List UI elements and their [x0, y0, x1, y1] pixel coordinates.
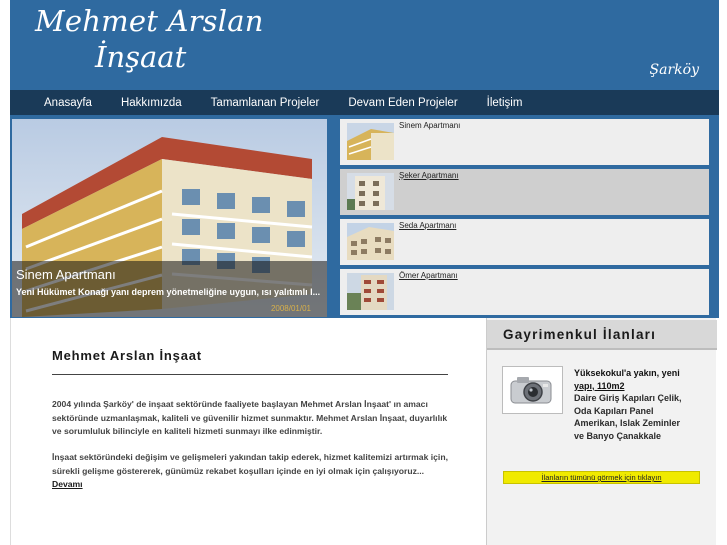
all-listings-link[interactable]: İlanların tümünü görmek için tıklayın [503, 471, 700, 484]
featured-title[interactable]: Sinem Apartmanı [16, 267, 116, 282]
listings-title: Gayrimenkul İlanları [503, 327, 657, 342]
project-thumb-list: Sinem Apartmanı Şeker Apartmanı Seda Apa… [337, 119, 709, 317]
logo-title-line2[interactable]: İnşaat [95, 40, 186, 74]
nav-item-contact[interactable]: İletişim [487, 97, 523, 109]
thumb-item-seda[interactable]: Seda Apartmanı [337, 219, 709, 265]
nav-item-completed-projects[interactable]: Tamamlanan Projeler [211, 97, 320, 109]
listings-sidebar: Gayrimenkul İlanları Yüksekokul'a yakın,… [486, 318, 717, 545]
mission-paragraph: İnşaat sektöründeki değişim ve gelişmele… [52, 451, 452, 492]
nav-item-ongoing-projects[interactable]: Devam Eden Projeler [348, 97, 457, 109]
mission-text: İnşaat sektöründeki değişim ve gelişmele… [52, 452, 448, 476]
thumb-image [347, 123, 394, 160]
thumb-item-omer[interactable]: Ömer Apartmanı [337, 269, 709, 315]
project-slider: Sinem Apartmanı Yeni Hükümet Konağı yanı… [10, 115, 719, 318]
read-more-link[interactable]: Devamı [52, 479, 83, 489]
featured-description: Yeni Hükümet Konağı yanı deprem yönetmel… [16, 287, 321, 297]
featured-caption: Sinem Apartmanı Yeni Hükümet Konağı yanı… [12, 261, 327, 317]
thumb-image [347, 223, 394, 260]
listing-description: Daire Giriş Kapıları Çelik, Oda Kapıları… [574, 393, 682, 441]
thumb-item-seker[interactable]: Şeker Apartmanı [337, 169, 709, 215]
listing-text: Yüksekokul'a yakın, yeni yapı, 110m2 Dai… [574, 367, 692, 443]
nav-item-about[interactable]: Hakkımızda [121, 97, 182, 109]
thumb-label[interactable]: Sinem Apartmanı [399, 121, 460, 130]
page-title: Mehmet Arslan İnşaat [52, 348, 202, 363]
site-header: Mehmet Arslan İnşaat Şarköy [10, 0, 719, 90]
nav-item-home[interactable]: Anasayfa [44, 97, 92, 109]
listing-image[interactable] [502, 366, 563, 414]
main-nav: Anasayfa Hakkımızda Tamamlanan Projeler … [10, 90, 719, 115]
thumb-label[interactable]: Şeker Apartmanı [399, 171, 459, 180]
featured-date: 2008/01/01 [270, 304, 311, 313]
city-label: Şarköy [649, 62, 699, 78]
intro-paragraph: 2004 yılında Şarköy' de inşaat sektöründ… [52, 399, 448, 436]
listing-title[interactable]: Yüksekokul'a yakın, yeni yapı, 110m2 [574, 367, 692, 392]
thumb-item-sinem[interactable]: Sinem Apartmanı [337, 119, 709, 165]
featured-project[interactable]: Sinem Apartmanı Yeni Hükümet Konağı yanı… [12, 119, 327, 317]
thumb-image [347, 273, 394, 310]
title-divider [52, 374, 448, 375]
listing-title-part2[interactable]: yapı, 110m2 [574, 381, 625, 391]
listing-title-part1[interactable]: Yüksekokul'a yakın, yeni [574, 368, 680, 378]
logo-title-line1[interactable]: Mehmet Arslan [35, 4, 264, 38]
camera-icon [510, 377, 552, 404]
thumb-image [347, 173, 394, 210]
thumb-label[interactable]: Seda Apartmanı [399, 221, 456, 230]
thumb-label[interactable]: Ömer Apartmanı [399, 271, 458, 280]
listings-header: Gayrimenkul İlanları [487, 320, 717, 350]
main-content: Mehmet Arslan İnşaat 2004 yılında Şarköy… [10, 318, 486, 545]
